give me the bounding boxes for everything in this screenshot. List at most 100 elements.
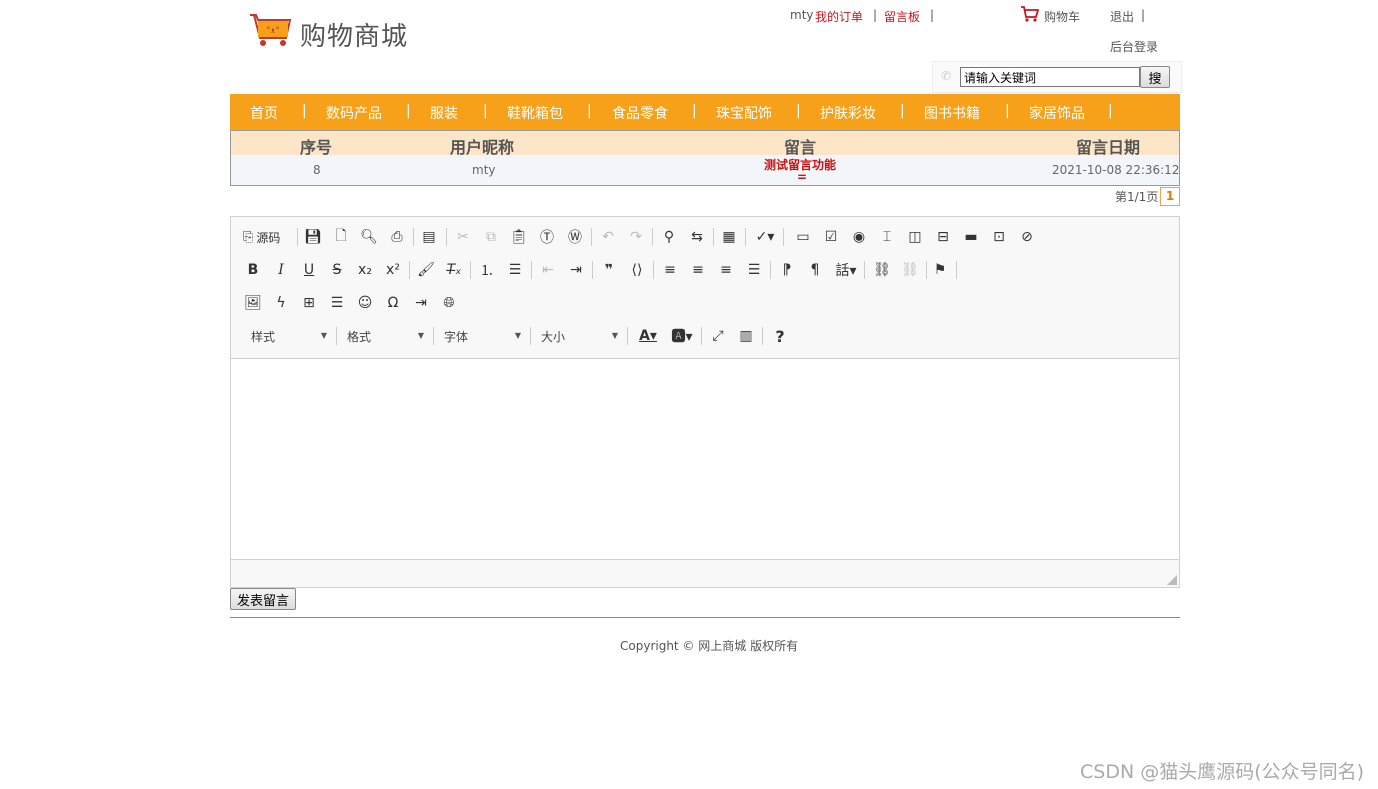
spellcheck-icon[interactable]: ✓▾: [751, 226, 779, 248]
select-all-icon[interactable]: ▦: [718, 226, 740, 248]
bold-icon[interactable]: B: [242, 259, 264, 281]
nav-item-cosmetics[interactable]: 护肤彩妆: [820, 103, 876, 123]
nav-separator: |: [406, 103, 411, 119]
nav-item-shoes-bags[interactable]: 鞋靴箱包: [507, 103, 563, 123]
outdent-icon[interactable]: ⇤: [537, 259, 559, 281]
page-break-icon[interactable]: ⇥: [410, 292, 432, 314]
special-char-icon[interactable]: Ω: [382, 292, 404, 314]
copy-format-icon[interactable]: 🖌︎: [415, 259, 437, 281]
print-icon[interactable]: ⎙: [386, 226, 408, 248]
blockquote-icon[interactable]: ❞: [598, 259, 620, 281]
redo-icon[interactable]: ↷: [625, 226, 647, 248]
search-input[interactable]: [960, 67, 1140, 87]
format-combo[interactable]: 格式 ▼: [347, 328, 424, 344]
pager-current-page[interactable]: 1: [1160, 187, 1180, 206]
textfield-icon[interactable]: ⌶: [876, 226, 898, 248]
subscript-icon[interactable]: x₂: [354, 259, 376, 281]
resize-handle-icon[interactable]: [1167, 575, 1177, 585]
cart-link[interactable]: 购物车: [1044, 8, 1080, 25]
smiley-icon[interactable]: ☺: [354, 292, 376, 314]
maximize-icon[interactable]: ⤢: [707, 325, 729, 347]
nav-item-jewelry[interactable]: 珠宝配饰: [716, 103, 772, 123]
radio-icon[interactable]: ◉: [848, 226, 870, 248]
button-field-icon[interactable]: ▬: [960, 226, 982, 248]
preview-icon[interactable]: 🔍︎: [358, 226, 380, 248]
logout-link[interactable]: 退出: [1110, 8, 1134, 25]
numbered-list-icon[interactable]: ⒈: [476, 259, 498, 281]
table-icon[interactable]: ⊞: [298, 292, 320, 314]
indent-icon[interactable]: ⇥: [565, 259, 587, 281]
bulleted-list-icon[interactable]: ☰: [504, 259, 526, 281]
strikethrough-icon[interactable]: S: [326, 259, 348, 281]
cut-icon[interactable]: ✂: [452, 226, 474, 248]
style-combo[interactable]: 样式 ▼: [251, 328, 327, 344]
paste-icon[interactable]: 📋︎: [508, 226, 530, 248]
bg-color-icon[interactable]: 🅰︎▾: [669, 325, 695, 347]
nav-item-books[interactable]: 图书书籍: [924, 103, 980, 123]
form-icon[interactable]: ▭: [792, 226, 814, 248]
editor-content-area[interactable]: [231, 358, 1179, 560]
my-orders-link[interactable]: 我的订单: [815, 8, 863, 25]
top-separator: |: [1141, 8, 1146, 22]
flash-icon[interactable]: ϟ: [270, 292, 292, 314]
watermark: CSDN @猫头鹰源码(公众号同名): [1080, 761, 1365, 783]
italic-icon[interactable]: I: [270, 259, 292, 281]
copy-icon[interactable]: ⧉: [480, 226, 502, 248]
undo-icon[interactable]: ↶: [597, 226, 619, 248]
nav-item-clothing[interactable]: 服装: [430, 103, 458, 123]
text-color-icon[interactable]: A▾: [635, 325, 661, 347]
search-button[interactable]: 搜: [1140, 66, 1170, 88]
source-icon: ⎘: [243, 229, 254, 245]
nav-item-home-decor[interactable]: 家居饰品: [1029, 103, 1085, 123]
image-icon[interactable]: 🖼︎: [242, 292, 264, 314]
toolbar-separator: [592, 261, 593, 279]
rtl-icon[interactable]: ¶: [804, 259, 826, 281]
unlink-icon[interactable]: ⛓: [899, 259, 921, 281]
new-page-icon[interactable]: 🗋: [330, 226, 352, 248]
superscript-icon[interactable]: x²: [382, 259, 404, 281]
image-button-icon[interactable]: ⊡: [988, 226, 1010, 248]
link-icon[interactable]: ⛓: [871, 259, 893, 281]
div-container-icon[interactable]: ⟨⟩: [626, 259, 648, 281]
source-button[interactable]: ⎘ 源码: [243, 226, 293, 248]
toolbar-separator: [627, 327, 628, 345]
remove-format-icon[interactable]: T̶ₓ: [443, 259, 465, 281]
align-right-icon[interactable]: ≡: [715, 259, 737, 281]
textarea-icon[interactable]: ◫: [904, 226, 926, 248]
nav-item-food[interactable]: 食品零食: [612, 103, 668, 123]
underline-icon[interactable]: U: [298, 259, 320, 281]
hidden-field-icon[interactable]: ⊘: [1016, 226, 1038, 248]
svg-text:°ᴥ°: °ᴥ°: [266, 26, 280, 36]
find-icon[interactable]: ⚲: [658, 226, 680, 248]
shopping-cart-icon[interactable]: [1020, 5, 1040, 23]
help-icon[interactable]: ?: [769, 325, 791, 347]
nav-separator: |: [1005, 103, 1010, 119]
language-icon[interactable]: 話▾: [832, 259, 860, 281]
ltr-icon[interactable]: ⁋: [776, 259, 798, 281]
admin-login-link[interactable]: 后台登录: [1110, 38, 1158, 55]
font-combo[interactable]: 字体 ▼: [444, 328, 521, 344]
show-blocks-icon[interactable]: ▥: [735, 325, 757, 347]
align-center-icon[interactable]: ≡: [687, 259, 709, 281]
save-icon[interactable]: 💾︎: [302, 226, 324, 248]
nav-item-home[interactable]: 首页: [250, 103, 278, 123]
iframe-globe-icon[interactable]: 🌐︎: [438, 292, 460, 314]
select-field-icon[interactable]: ⊟: [932, 226, 954, 248]
toolbar-separator: [652, 228, 653, 246]
paste-word-icon[interactable]: Ⓦ: [564, 226, 586, 248]
paste-text-icon[interactable]: Ⓣ: [536, 226, 558, 248]
size-combo[interactable]: 大小 ▼: [541, 328, 618, 344]
checkbox-icon[interactable]: ☑: [820, 226, 842, 248]
anchor-flag-icon[interactable]: ⚑: [929, 259, 951, 281]
nav-item-digital[interactable]: 数码产品: [326, 103, 382, 123]
nav-separator: |: [900, 103, 905, 119]
templates-icon[interactable]: ▤: [418, 226, 440, 248]
align-justify-icon[interactable]: ☰: [743, 259, 765, 281]
horizontal-line-icon[interactable]: ☰: [326, 292, 348, 314]
row-date: 2021-10-08 22:36:12: [1052, 163, 1180, 177]
submit-message-button[interactable]: 发表留言: [230, 588, 297, 610]
message-board-link[interactable]: 留言板: [884, 8, 920, 25]
align-left-icon[interactable]: ≡: [659, 259, 681, 281]
toolbar-separator: [926, 261, 927, 279]
replace-icon[interactable]: ⇆: [686, 226, 708, 248]
